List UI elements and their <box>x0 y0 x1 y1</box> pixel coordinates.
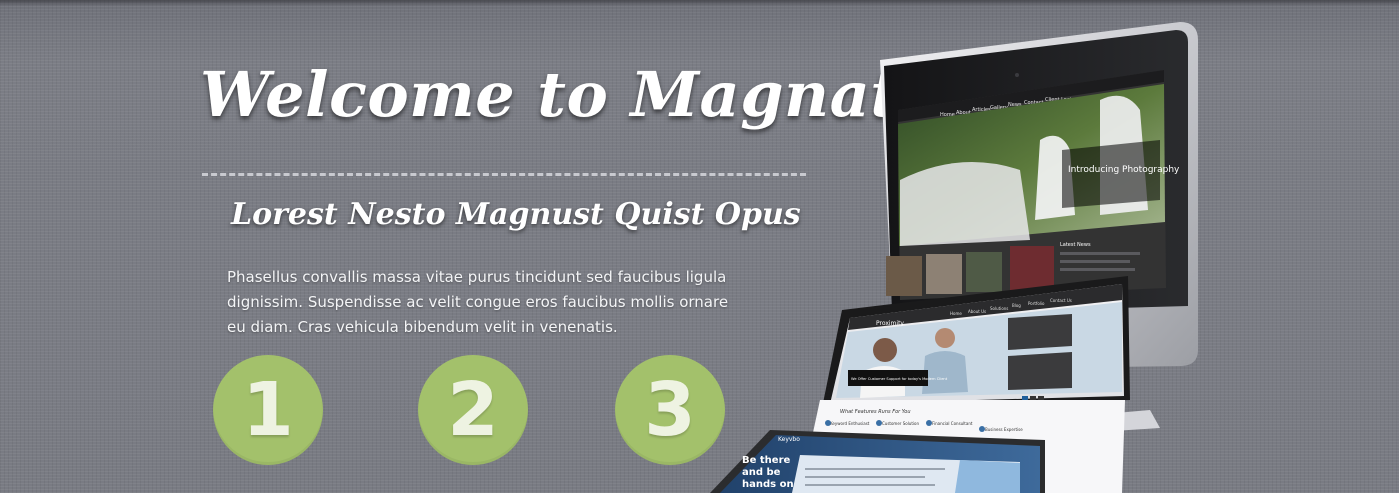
phone-brand: Keyvbo <box>778 436 800 443</box>
svg-text:Customer Solution: Customer Solution <box>882 421 919 426</box>
hero-title: Welcome to Magnate <box>200 58 940 131</box>
svg-text:hands on.: hands on. <box>742 479 797 490</box>
svg-text:Home: Home <box>940 112 955 118</box>
svg-text:Contact: Contact <box>1024 100 1043 106</box>
svg-text:News: News <box>1008 102 1022 108</box>
step-2-number: 2 <box>447 367 499 453</box>
svg-text:About: About <box>956 110 971 116</box>
step-2-button[interactable]: 2 <box>418 355 528 465</box>
tablet-brand: Proximity <box>876 320 904 327</box>
step-1-number: 1 <box>242 367 294 453</box>
svg-text:and be: and be <box>742 467 781 478</box>
svg-text:Financial Consultant: Financial Consultant <box>932 421 973 426</box>
svg-text:Client Login: Client Login <box>1045 97 1075 103</box>
svg-text:Be there: Be there <box>742 455 790 466</box>
svg-text:Business Expertise: Business Expertise <box>985 427 1023 432</box>
svg-text:Blog: Blog <box>1012 303 1021 308</box>
step-1-button[interactable]: 1 <box>213 355 323 465</box>
svg-text:Portfolio: Portfolio <box>1028 301 1045 306</box>
tablet-illustration: Proximity Home About Us Solutions Blog P… <box>822 276 1130 408</box>
hero-subtitle: Lorest Nesto Magnust Quist Opus <box>231 197 801 232</box>
svg-text:About Us: About Us <box>968 309 986 314</box>
monitor-banner-caption: Introducing Photography <box>1068 165 1180 175</box>
svg-text:What Features Runs For You: What Features Runs For You <box>840 409 911 415</box>
svg-text:Articles: Articles <box>972 107 991 113</box>
svg-text:Home: Home <box>950 311 962 316</box>
svg-text:Gallery: Gallery <box>990 105 1008 111</box>
svg-text:Contact Us: Contact Us <box>1050 298 1072 303</box>
hero-divider <box>202 173 806 176</box>
tablet-features-illustration: What Features Runs For You Keyword Enthu… <box>800 400 1125 493</box>
tablet-caption: We Offer Customer Support for today's Mo… <box>851 377 948 381</box>
top-shade <box>0 0 1399 6</box>
step-3-number: 3 <box>644 367 696 453</box>
hero-description: Phasellus convallis massa vitae purus ti… <box>227 268 729 336</box>
svg-text:Solutions: Solutions <box>990 306 1008 311</box>
svg-text:Latest News: Latest News <box>1060 242 1091 248</box>
svg-text:Keyword Enthusiast: Keyword Enthusiast <box>830 421 870 426</box>
svg-text:Check Out: Check Out <box>886 258 912 264</box>
phone-illustration: Keyvbo Be there and be hands on. <box>710 430 1045 493</box>
step-3-button[interactable]: 3 <box>615 355 725 465</box>
